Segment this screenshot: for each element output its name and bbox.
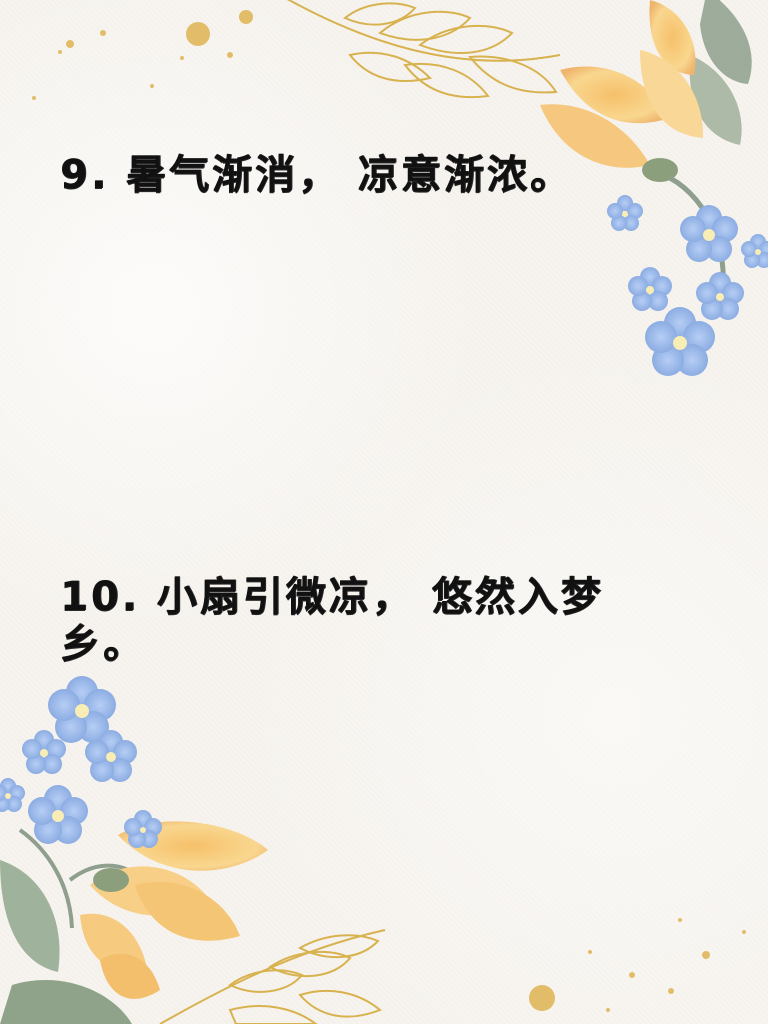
blue-forget-me-not-icon <box>0 676 162 848</box>
quote-line-10: 10. 小扇引微凉， 悠然入梦乡。 <box>60 574 604 668</box>
blue-forget-me-not-icon <box>607 195 768 376</box>
gold-leaf-branch-icon <box>159 929 386 1024</box>
gold-leaf-branch-icon <box>287 0 561 99</box>
yellow-flower-icon <box>80 821 268 999</box>
quote-line-9: 9. 暑气渐消， 凉意渐浓。 <box>60 152 573 198</box>
